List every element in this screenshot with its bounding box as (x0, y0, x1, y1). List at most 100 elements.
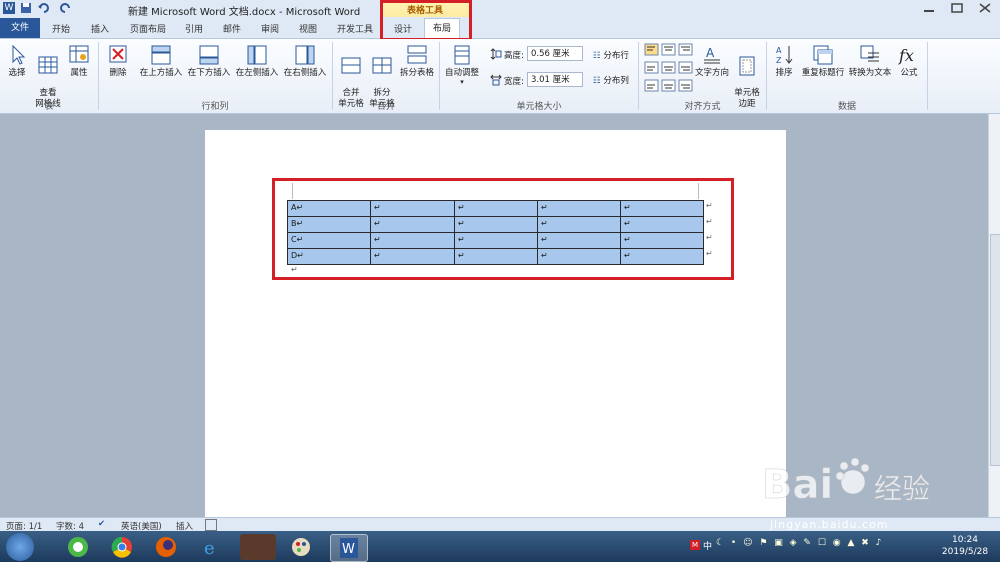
distribute-rows-label: 分布行 (603, 51, 629, 61)
autofit-button[interactable]: 自动调整 ▾ (442, 44, 482, 86)
convert-to-text-icon (860, 45, 879, 62)
svg-text:Z: Z (776, 56, 782, 65)
start-button[interactable] (6, 533, 34, 561)
svg-text:经验: 经验 (874, 472, 930, 505)
taskbar-app-word[interactable]: W (330, 534, 368, 562)
delete-button[interactable]: 删除 (104, 44, 132, 78)
tab-home[interactable]: 开始 (52, 22, 70, 35)
split-table-label: 拆分表格 (399, 68, 434, 78)
split-table-button[interactable]: 拆分表格 (398, 44, 436, 78)
watermark-url: jingyan.baidu.com (770, 518, 889, 531)
svg-text:A: A (776, 46, 782, 55)
clock-time: 10:24 (952, 535, 978, 545)
clock-date: 2019/5/28 (941, 547, 989, 557)
taskbar-app-chrome[interactable] (104, 534, 140, 560)
height-icon (490, 48, 502, 60)
redo-icon[interactable] (60, 2, 72, 14)
svg-text:A: A (706, 46, 715, 60)
browser-360-icon (68, 537, 88, 557)
repeat-header-icon (813, 45, 833, 65)
word-icon: W (340, 538, 358, 558)
properties-icon (69, 45, 89, 63)
width-label: 宽度: (504, 77, 524, 87)
text-direction-icon: A (704, 46, 720, 64)
text-direction-label: 文字方向 (694, 68, 729, 78)
text-direction-button[interactable]: A 文字方向 (694, 44, 730, 78)
properties-label: 属性 (70, 68, 88, 78)
tab-view[interactable]: 视图 (299, 22, 317, 35)
insert-left-button[interactable]: 在左侧插入 (234, 44, 280, 78)
split-cells-icon (372, 57, 392, 74)
chevron-down-icon: ▾ (460, 78, 464, 86)
spellcheck-icon[interactable]: ✔ (98, 519, 105, 529)
tab-review[interactable]: 审阅 (261, 22, 279, 35)
formula-label: 公式 (900, 68, 918, 78)
insert-above-icon (151, 45, 171, 65)
distribute-rows-icon: ☷ (593, 51, 601, 61)
taskbar-app-game[interactable] (240, 534, 276, 560)
taskbar-app-360[interactable] (60, 534, 96, 560)
insert-below-label: 在下方插入 (187, 68, 231, 78)
height-input[interactable]: 0.56 厘米 (527, 46, 583, 61)
tab-mailings[interactable]: 邮件 (223, 22, 241, 35)
close-icon[interactable] (971, 0, 999, 16)
system-tray-icons[interactable]: ☾ • ☺ ⚑ ▣ ◈ ✎ ☐ ◉ ▲ ✖ ♪ (716, 538, 916, 552)
tab-page-layout[interactable]: 页面布局 (130, 22, 166, 35)
autofit-icon (454, 45, 470, 65)
svg-text:W: W (342, 542, 355, 557)
taskbar-app-ie[interactable]: e (193, 534, 229, 560)
select-button[interactable]: 选择 (4, 44, 30, 78)
word-app-icon[interactable]: W (3, 2, 15, 14)
vertical-scrollbar[interactable] (988, 114, 1000, 517)
group-data-label: 数据 (837, 102, 856, 112)
insert-right-button[interactable]: 在右侧插入 (282, 44, 328, 78)
ime-indicator[interactable]: 中 (703, 539, 712, 552)
minimize-icon[interactable] (915, 0, 943, 16)
svg-text:e: e (204, 538, 215, 559)
ie-icon: e (204, 538, 215, 559)
insert-below-button[interactable]: 在下方插入 (186, 44, 232, 78)
scroll-thumb[interactable] (990, 234, 1000, 466)
maximize-icon[interactable] (943, 0, 971, 16)
insert-left-icon (247, 45, 267, 65)
distribute-cols-button[interactable]: ☷ 分布列 (593, 74, 629, 86)
taskbar-app-firefox[interactable] (148, 534, 184, 560)
properties-button[interactable]: 属性 (66, 44, 92, 78)
tab-file[interactable]: 文件 (0, 18, 40, 38)
group-merge-label: 合并 (376, 102, 395, 112)
highlight-box-table (272, 178, 734, 280)
insert-right-label: 在右侧插入 (283, 68, 327, 78)
gridlines-icon (38, 56, 58, 74)
svg-text:Bai: Bai (762, 462, 833, 508)
taskbar-app-paint[interactable] (283, 534, 319, 560)
insert-below-icon (199, 45, 219, 65)
width-icon (490, 74, 502, 86)
delete-label: 删除 (109, 68, 127, 78)
firefox-icon (156, 537, 176, 557)
insert-above-button[interactable]: 在上方插入 (138, 44, 184, 78)
macro-icon[interactable] (205, 519, 217, 531)
clock[interactable]: 10:24 2019/5/28 (930, 534, 1000, 558)
merge-cells-icon (341, 57, 361, 74)
save-icon[interactable] (20, 2, 32, 14)
sort-button[interactable]: AZ 排序 (772, 44, 796, 78)
group-cell-size-label: 单元格大小 (516, 102, 562, 112)
antivirus-icon[interactable]: M (690, 540, 700, 550)
tab-references[interactable]: 引用 (185, 22, 203, 35)
chrome-icon (111, 536, 132, 558)
tab-insert[interactable]: 插入 (91, 22, 109, 35)
group-align-label: 对齐方式 (684, 102, 721, 112)
repeat-header-button[interactable]: 重复标题行 (800, 44, 846, 78)
formula-button[interactable]: fx 公式 (897, 44, 921, 78)
window-title: 新建 Microsoft Word 文档.docx - Microsoft Wo… (128, 7, 361, 18)
undo-icon[interactable] (37, 2, 49, 14)
title-bar: W 新建 Microsoft Word 文档.docx - Microsoft … (0, 0, 1000, 18)
sort-label: 排序 (775, 68, 793, 78)
insert-left-label: 在左侧插入 (235, 68, 279, 78)
distribute-cols-icon: ☷ (593, 76, 601, 86)
tab-developer[interactable]: 开发工具 (337, 22, 373, 35)
convert-to-text-button[interactable]: 转换为文本 (847, 44, 893, 78)
distribute-rows-button[interactable]: ☷ 分布行 (593, 49, 629, 61)
repeat-header-label: 重复标题行 (801, 68, 845, 78)
width-input[interactable]: 3.01 厘米 (527, 72, 583, 87)
